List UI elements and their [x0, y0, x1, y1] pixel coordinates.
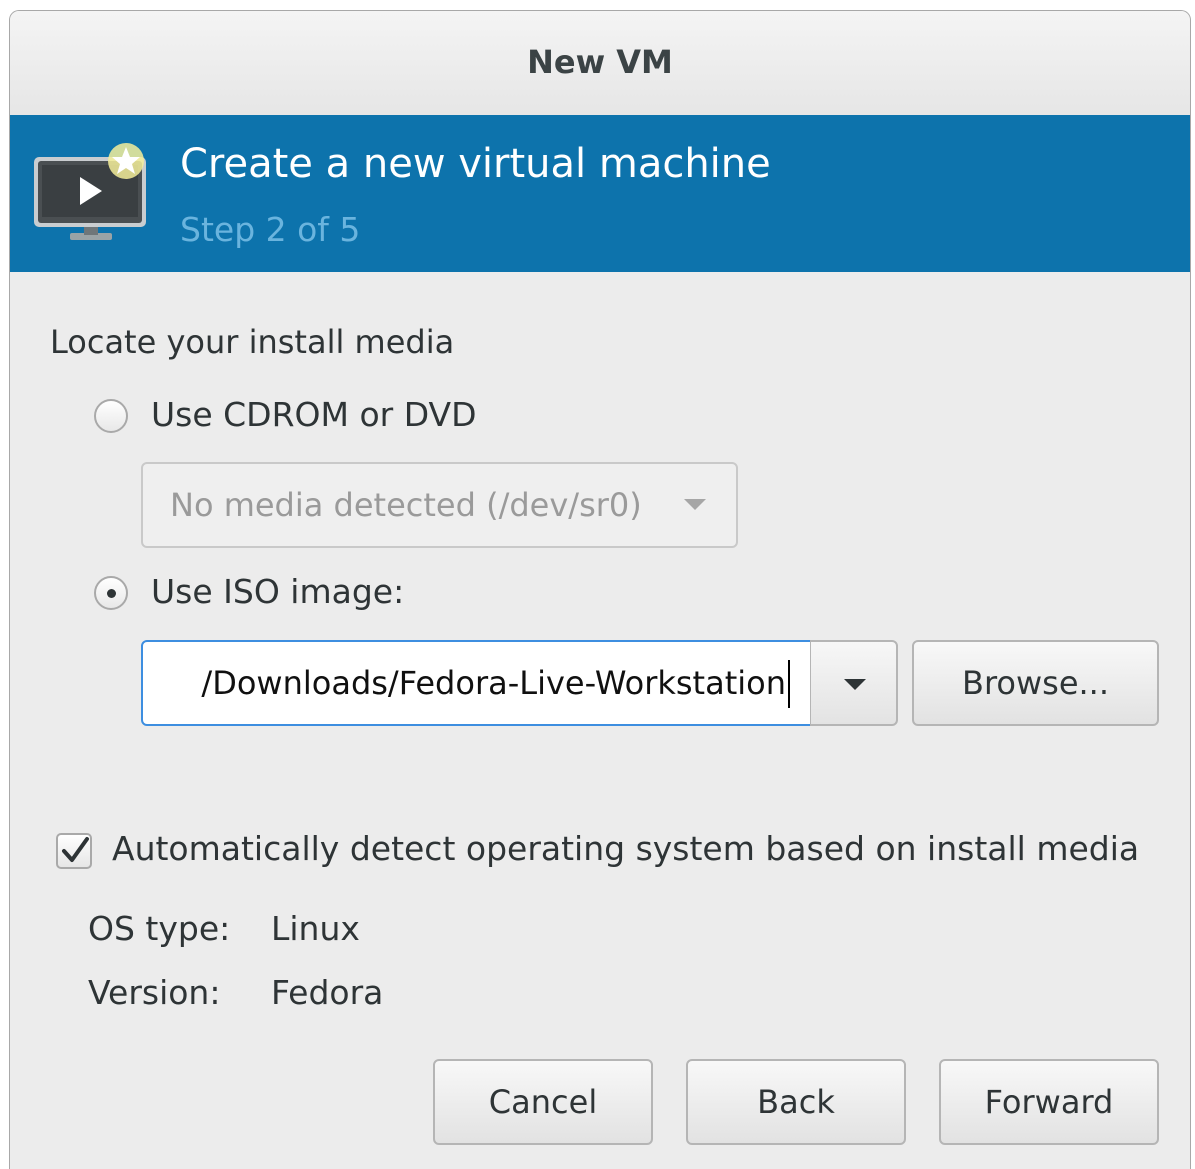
wizard-banner: Create a new virtual machine Step 2 of 5	[10, 115, 1190, 272]
wizard-heading: Create a new virtual machine	[180, 141, 771, 187]
version-label: Version:	[88, 973, 221, 1012]
os-type-label: OS type:	[88, 909, 231, 948]
os-type-value: Linux	[271, 909, 360, 948]
version-value: Fedora	[271, 973, 384, 1012]
auto-detect-label[interactable]: Automatically detect operating system ba…	[112, 829, 1139, 868]
iso-history-dropdown-button[interactable]	[810, 640, 898, 726]
browse-button[interactable]: Browse...	[912, 640, 1159, 726]
title-bar[interactable]: New VM	[10, 11, 1190, 116]
auto-detect-checkbox[interactable]	[56, 833, 92, 869]
install-media-label: Locate your install media	[50, 323, 455, 361]
checkmark-icon	[62, 837, 89, 862]
iso-radio[interactable]	[94, 576, 128, 610]
cancel-button[interactable]: Cancel	[433, 1059, 653, 1145]
cdrom-device-value: No media detected (/dev/sr0)	[170, 486, 642, 524]
new-vm-dialog: New VM Create a new virtual machine Step…	[9, 10, 1191, 1169]
chevron-down-icon	[844, 679, 866, 690]
iso-path-combo: /Downloads/Fedora-Live-Workstation	[141, 640, 898, 726]
back-button[interactable]: Back	[686, 1059, 906, 1145]
cdrom-radio-label[interactable]: Use CDROM or DVD	[151, 395, 477, 434]
forward-button[interactable]: Forward	[939, 1059, 1159, 1145]
chevron-down-icon	[684, 499, 706, 510]
cdrom-device-select: No media detected (/dev/sr0)	[141, 462, 738, 548]
iso-radio-label[interactable]: Use ISO image:	[151, 572, 404, 611]
vm-monitor-new-icon	[34, 143, 146, 240]
iso-path-input[interactable]: /Downloads/Fedora-Live-Workstation	[141, 640, 812, 726]
window-title: New VM	[527, 43, 673, 81]
iso-path-value: /Downloads/Fedora-Live-Workstation	[201, 664, 786, 702]
wizard-step: Step 2 of 5	[180, 210, 361, 249]
text-cursor	[788, 660, 790, 708]
cdrom-radio[interactable]	[94, 399, 128, 433]
